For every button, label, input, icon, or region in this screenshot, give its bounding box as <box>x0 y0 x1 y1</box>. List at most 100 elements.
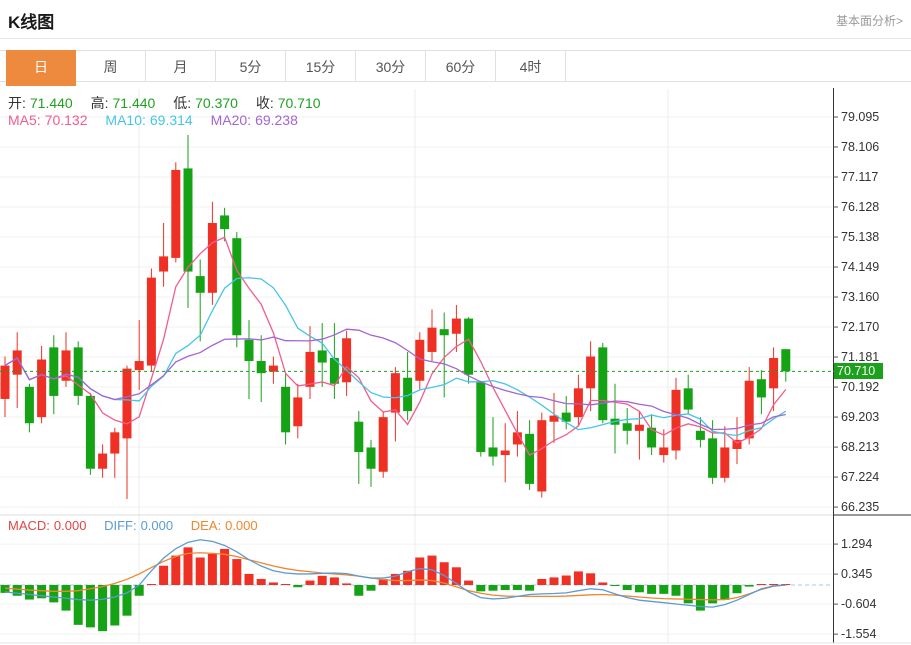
candle-body <box>708 438 717 477</box>
candle-body <box>110 432 119 453</box>
ohlc-legend: 开:71.440 高:71.440 低:70.370 收:70.710 <box>8 93 325 113</box>
price-axis-label: 76.128 <box>841 200 879 214</box>
price-axis-label: 69.203 <box>841 410 879 424</box>
candle-body <box>159 256 168 271</box>
price-axis-label: 73.160 <box>841 290 879 304</box>
macd-bar <box>342 583 351 585</box>
macd-axis-label: -1.554 <box>841 627 876 641</box>
macd-axis-label: 1.294 <box>841 537 872 551</box>
price-axis-label: 70.192 <box>841 380 879 394</box>
candle-body <box>232 238 241 335</box>
macd-bar <box>647 585 656 594</box>
macd-bar <box>489 585 498 591</box>
macd-bar <box>49 585 58 602</box>
candle-body <box>37 360 46 418</box>
macd-bar <box>501 585 510 590</box>
macd-bar <box>452 567 461 585</box>
candle-body <box>672 390 681 451</box>
candle-body <box>135 361 144 370</box>
macd-bar <box>745 585 754 587</box>
high-label: 高: <box>91 95 109 111</box>
macd-bar <box>562 576 571 585</box>
macd-bar <box>232 559 241 585</box>
price-axis-label: 77.117 <box>841 170 878 184</box>
macd-bar <box>720 585 729 600</box>
macd-bar <box>659 585 668 594</box>
ma20-label: MA20: <box>211 112 251 128</box>
candle-body <box>757 379 766 397</box>
macd-bar <box>476 585 485 591</box>
candle-body <box>379 417 388 472</box>
macd-bar <box>513 585 522 590</box>
macd-bar <box>25 585 34 600</box>
candle-body <box>489 447 498 456</box>
low-value: 70.370 <box>195 95 238 111</box>
macd-bar <box>257 579 266 585</box>
dea-label: DEA: <box>191 518 221 533</box>
macd-axis-label: 0.345 <box>841 567 872 581</box>
candle-body <box>147 278 156 366</box>
candle-body <box>367 447 376 468</box>
candle-body <box>184 168 193 271</box>
high-value: 71.440 <box>113 95 156 111</box>
tab-day[interactable]: 日 <box>6 50 76 86</box>
macd-bar <box>110 585 119 625</box>
macd-bar <box>611 585 620 586</box>
price-axis-label: 67.224 <box>841 470 879 484</box>
candle-body <box>684 388 693 409</box>
macd-bar <box>672 585 681 596</box>
macd-bar <box>757 584 766 585</box>
macd-legend: MACD:0.000 DIFF:0.000 DEA:0.000 <box>8 518 262 533</box>
price-axis-label: 78.106 <box>841 140 879 154</box>
diff-line <box>5 540 786 607</box>
macd-bar <box>86 585 95 627</box>
macd-bar <box>318 576 327 585</box>
candle-body <box>464 319 473 375</box>
dea-value: 0.000 <box>225 518 258 533</box>
candle-body <box>281 387 290 433</box>
macd-bar <box>354 585 363 596</box>
candle-body <box>293 397 302 426</box>
macd-bar <box>159 566 168 585</box>
macd-bar <box>623 585 632 590</box>
candle-body <box>245 340 254 361</box>
candle-body <box>25 387 34 423</box>
ma-legend: MA5:70.132 MA10:69.314 MA20:69.238 <box>8 112 302 128</box>
price-axis-label: 74.149 <box>841 260 879 274</box>
close-value: 70.710 <box>278 95 321 111</box>
macd-bar <box>537 579 546 585</box>
candle-body <box>391 373 400 412</box>
price-axis-label: 66.235 <box>841 500 879 514</box>
macd-axis-label: -0.604 <box>841 597 876 611</box>
candle-body <box>1 366 10 399</box>
ma10-label: MA10: <box>105 112 145 128</box>
macd-bar <box>123 585 132 616</box>
candle-body <box>476 382 485 452</box>
candle-body <box>537 420 546 491</box>
macd-bar <box>98 585 107 631</box>
macd-bar <box>269 582 278 585</box>
macd-bar <box>684 585 693 603</box>
price-axis-label: 68.213 <box>841 440 879 454</box>
candle-body <box>696 431 705 440</box>
macd-label: MACD: <box>8 518 50 533</box>
kline-page: K线图 基本面分析> 日 周 月 5分 15分 30分 60分 4时 79.09… <box>0 0 911 645</box>
macd-bar <box>598 582 607 585</box>
macd-bar <box>574 571 583 585</box>
candle-body <box>659 447 668 455</box>
candle-body <box>635 425 644 431</box>
macd-bar <box>293 585 302 587</box>
candle-body <box>269 366 278 372</box>
candle-body <box>171 170 180 258</box>
candle-body <box>586 356 595 388</box>
macd-bar <box>708 585 717 603</box>
open-label: 开: <box>8 95 26 111</box>
low-label: 低: <box>173 95 191 111</box>
macd-bar <box>171 556 180 585</box>
candle-body <box>208 223 217 293</box>
macd-bar <box>208 554 217 585</box>
candle-body <box>196 276 205 293</box>
macd-bar <box>769 584 778 585</box>
macd-bar <box>245 574 254 585</box>
ma20-value: 69.238 <box>255 112 298 128</box>
